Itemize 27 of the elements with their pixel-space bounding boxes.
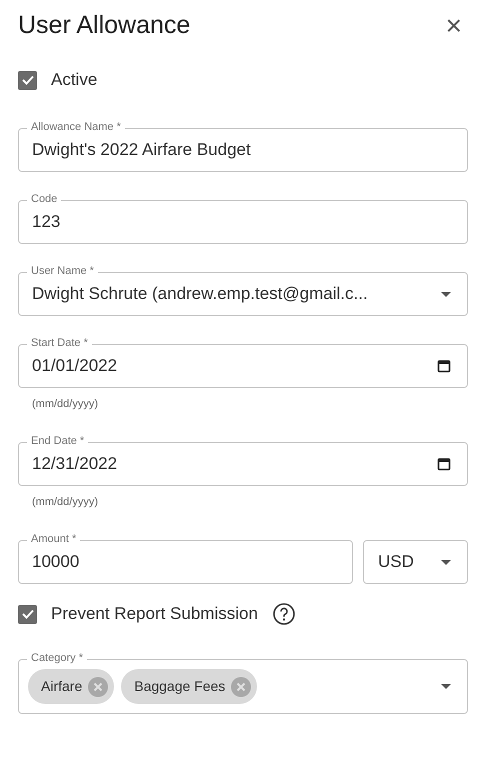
checkbox-label: Active [51, 69, 98, 92]
caret-icon [441, 684, 451, 689]
dialog-title: User Allowance [18, 10, 190, 42]
currency-value: USD [378, 551, 414, 574]
calendar-icon[interactable] [437, 457, 451, 471]
caret-icon [441, 560, 451, 564]
calendar-icon[interactable] [437, 359, 451, 373]
close-button[interactable]: × [442, 12, 466, 40]
field-value: 10000 [32, 551, 80, 574]
field-value: 12/31/2022 [32, 453, 118, 476]
check-icon [20, 73, 34, 87]
currency-select[interactable]: USD [363, 540, 468, 584]
field-value: 123 [32, 211, 62, 234]
field-value: Dwight's 2022 Airfare Budget [32, 139, 252, 162]
checkbox-label: Prevent Report Submission [51, 603, 258, 626]
checkbox[interactable] [18, 604, 37, 624]
help-icon[interactable] [272, 602, 296, 626]
chip-label: Baggage Fees [134, 677, 226, 696]
field-value: Dwight Schrute (andrew.emp.test@gmail.c... [32, 283, 369, 306]
field-value: 01/01/2022 [32, 355, 118, 378]
checkbox[interactable] [18, 70, 37, 90]
helper-text: (mm/dd/yyyy) [31, 397, 99, 412]
field-label: Category * [27, 651, 87, 665]
chip-label: Airfare [41, 677, 82, 696]
caret-icon [441, 292, 451, 296]
helper-text: (mm/dd/yyyy) [31, 495, 99, 510]
check-icon [20, 607, 34, 621]
